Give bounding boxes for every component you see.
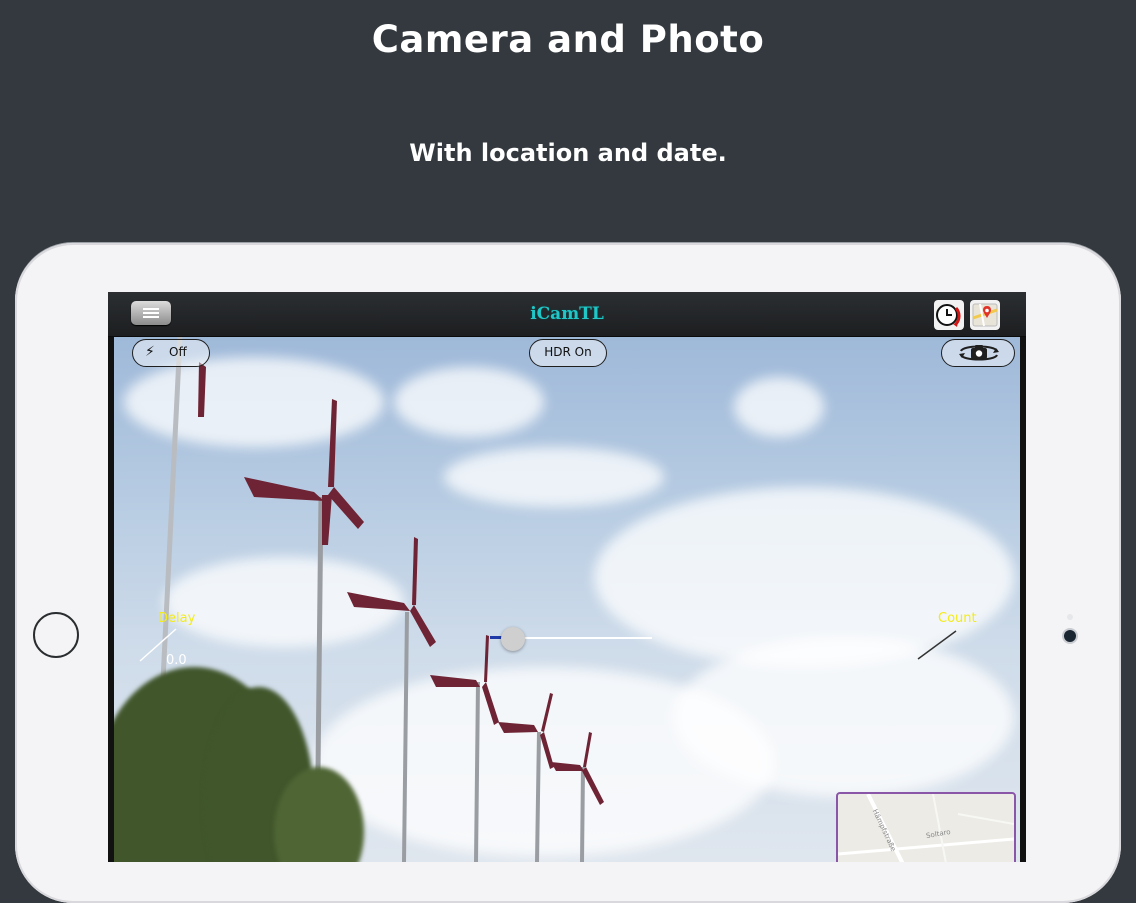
camera-rotate-icon: [959, 345, 999, 361]
delay-label: Delay: [158, 611, 196, 626]
timelapse-button[interactable]: [934, 300, 964, 330]
navbar: iCamTL: [108, 292, 1026, 337]
delay-value: 0.0: [166, 653, 187, 668]
app-screen: iCamTL ⚡ Off HDR On Delay 0.0 Count Hämp…: [108, 292, 1026, 862]
lightning-icon: ⚡: [145, 344, 155, 360]
camera-viewfinder[interactable]: ⚡ Off HDR On Delay 0.0 Count Hämpfstraße…: [114, 337, 1020, 862]
sensor-dot: [1067, 614, 1073, 620]
headline: Camera and Photo: [371, 18, 765, 61]
count-dial[interactable]: [914, 627, 960, 663]
flash-label: Off: [169, 345, 187, 359]
clock-icon: [936, 304, 961, 327]
front-camera: [1064, 630, 1076, 642]
location-button[interactable]: [970, 300, 1000, 330]
home-button[interactable]: [33, 612, 79, 658]
count-label: Count: [938, 611, 977, 626]
flash-toggle[interactable]: ⚡ Off: [132, 339, 210, 367]
hdr-toggle[interactable]: HDR On: [529, 339, 607, 367]
app-title: iCamTL: [530, 304, 604, 324]
map-icon: [972, 303, 998, 327]
switch-camera-button[interactable]: [941, 339, 1015, 367]
subheadline: With location and date.: [409, 139, 727, 167]
